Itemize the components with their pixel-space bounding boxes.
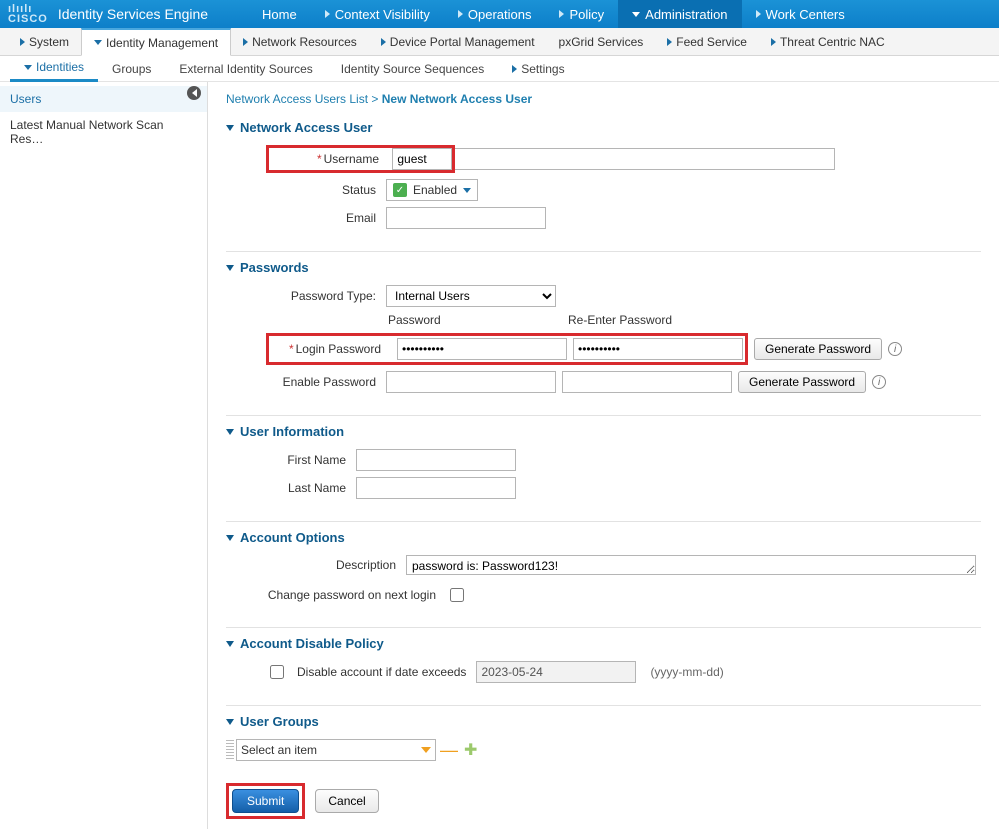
subnav2: Identities Groups External Identity Sour… bbox=[0, 56, 999, 82]
sidebar-item-latest-scan[interactable]: Latest Manual Network Scan Res… bbox=[0, 112, 207, 152]
section-user-groups: User Groups bbox=[226, 714, 981, 729]
tab-home[interactable]: Home bbox=[248, 0, 311, 28]
caret-right-icon bbox=[667, 38, 672, 46]
chevron-left-icon bbox=[192, 89, 197, 97]
disable-date-input bbox=[476, 661, 636, 683]
login-password-label: Login Password bbox=[296, 342, 381, 356]
section-user-information: User Information bbox=[226, 424, 981, 439]
sidebar-item-users[interactable]: Users bbox=[0, 86, 207, 112]
subtab-system[interactable]: System bbox=[8, 28, 81, 56]
password-column-header: Password bbox=[386, 313, 566, 327]
sub2-identities[interactable]: Identities bbox=[10, 56, 98, 82]
cancel-button[interactable]: Cancel bbox=[315, 789, 378, 813]
status-dropdown[interactable]: ✓ Enabled bbox=[386, 179, 478, 201]
sub2-groups[interactable]: Groups bbox=[98, 56, 165, 82]
last-name-label: Last Name bbox=[266, 481, 356, 495]
content-area: Network Access Users List > New Network … bbox=[208, 82, 999, 829]
sidebar: Users Latest Manual Network Scan Res… bbox=[0, 82, 208, 829]
app-header: ılıılı CISCO Identity Services Engine Ho… bbox=[0, 0, 999, 28]
logo: ılıılı CISCO bbox=[8, 4, 48, 24]
disable-account-checkbox[interactable] bbox=[270, 665, 284, 679]
first-name-input[interactable] bbox=[356, 449, 516, 471]
generate-login-password-button[interactable]: Generate Password bbox=[754, 338, 882, 360]
section-passwords: Passwords bbox=[226, 260, 981, 275]
section-caret-icon bbox=[226, 719, 234, 725]
disable-account-label: Disable account if date exceeds bbox=[297, 665, 466, 679]
caret-right-icon bbox=[243, 38, 248, 46]
description-label: Description bbox=[266, 555, 406, 572]
sub2-identity-source-sequences[interactable]: Identity Source Sequences bbox=[327, 56, 498, 82]
section-caret-icon bbox=[226, 535, 234, 541]
user-group-select[interactable]: Select an item bbox=[236, 739, 436, 761]
subtab-identity-management[interactable]: Identity Management bbox=[81, 28, 231, 56]
sub2-external-identity-sources[interactable]: External Identity Sources bbox=[165, 56, 326, 82]
caret-right-icon bbox=[381, 38, 386, 46]
tab-work-centers[interactable]: Work Centers bbox=[742, 0, 859, 28]
tab-administration[interactable]: Administration bbox=[618, 0, 741, 28]
breadcrumb: Network Access Users List > New Network … bbox=[226, 92, 981, 106]
section-caret-icon bbox=[226, 429, 234, 435]
section-caret-icon bbox=[226, 265, 234, 271]
email-input[interactable] bbox=[386, 207, 546, 229]
caret-right-icon bbox=[20, 38, 25, 46]
submit-button[interactable]: Submit bbox=[232, 789, 299, 813]
product-name: Identity Services Engine bbox=[58, 6, 208, 22]
caret-right-icon bbox=[771, 38, 776, 46]
subtab-network-resources[interactable]: Network Resources bbox=[231, 28, 369, 56]
section-account-options: Account Options bbox=[226, 530, 981, 545]
info-icon[interactable]: i bbox=[872, 375, 886, 389]
caret-down-icon bbox=[421, 747, 431, 753]
reenter-column-header: Re-Enter Password bbox=[566, 313, 746, 327]
change-password-label: Change password on next login bbox=[266, 588, 446, 602]
subtab-pxgrid-services[interactable]: pxGrid Services bbox=[547, 28, 656, 56]
drag-handle-icon[interactable] bbox=[226, 740, 234, 760]
username-label: Username bbox=[324, 152, 379, 166]
caret-right-icon bbox=[325, 10, 330, 18]
subtab-feed-service[interactable]: Feed Service bbox=[655, 28, 759, 56]
status-label: Status bbox=[266, 183, 386, 197]
remove-group-button[interactable]: — bbox=[440, 740, 458, 761]
sidebar-collapse-button[interactable] bbox=[187, 86, 201, 100]
tab-operations[interactable]: Operations bbox=[444, 0, 546, 28]
change-password-checkbox[interactable] bbox=[450, 588, 464, 602]
caret-right-icon bbox=[756, 10, 761, 18]
tab-policy[interactable]: Policy bbox=[545, 0, 618, 28]
username-input[interactable] bbox=[392, 148, 452, 170]
description-textarea[interactable]: password is: Password123! bbox=[406, 555, 976, 575]
password-type-label: Password Type: bbox=[266, 289, 386, 303]
enable-password-label: Enable Password bbox=[266, 375, 386, 389]
password-type-select[interactable]: Internal Users bbox=[386, 285, 556, 307]
tab-context-visibility[interactable]: Context Visibility bbox=[311, 0, 444, 28]
section-network-access-user: Network Access User bbox=[226, 120, 981, 135]
caret-down-icon bbox=[94, 40, 102, 45]
subnav: System Identity Management Network Resou… bbox=[0, 28, 999, 56]
subtab-device-portal-management[interactable]: Device Portal Management bbox=[369, 28, 547, 56]
caret-right-icon bbox=[512, 65, 517, 73]
breadcrumb-list-link[interactable]: Network Access Users List bbox=[226, 92, 368, 106]
login-password-input[interactable] bbox=[397, 338, 567, 360]
section-caret-icon bbox=[226, 641, 234, 647]
enable-password-reenter-input[interactable] bbox=[562, 371, 732, 393]
caret-down-icon bbox=[24, 65, 32, 70]
date-format-hint: (yyyy-mm-dd) bbox=[650, 665, 723, 679]
check-icon: ✓ bbox=[393, 183, 407, 197]
section-account-disable-policy: Account Disable Policy bbox=[226, 636, 981, 651]
sub2-settings[interactable]: Settings bbox=[498, 56, 578, 82]
add-group-button[interactable]: ✚ bbox=[464, 740, 477, 760]
username-input-ext[interactable] bbox=[455, 148, 835, 170]
caret-right-icon bbox=[559, 10, 564, 18]
last-name-input[interactable] bbox=[356, 477, 516, 499]
breadcrumb-current: New Network Access User bbox=[382, 92, 532, 106]
generate-enable-password-button[interactable]: Generate Password bbox=[738, 371, 866, 393]
email-label: Email bbox=[266, 211, 386, 225]
section-caret-icon bbox=[226, 125, 234, 131]
info-icon[interactable]: i bbox=[888, 342, 902, 356]
caret-down-icon bbox=[632, 12, 640, 17]
caret-right-icon bbox=[458, 10, 463, 18]
caret-down-icon bbox=[463, 188, 471, 193]
first-name-label: First Name bbox=[266, 453, 356, 467]
subtab-threat-centric-nac[interactable]: Threat Centric NAC bbox=[759, 28, 897, 56]
enable-password-input[interactable] bbox=[386, 371, 556, 393]
login-password-reenter-input[interactable] bbox=[573, 338, 743, 360]
